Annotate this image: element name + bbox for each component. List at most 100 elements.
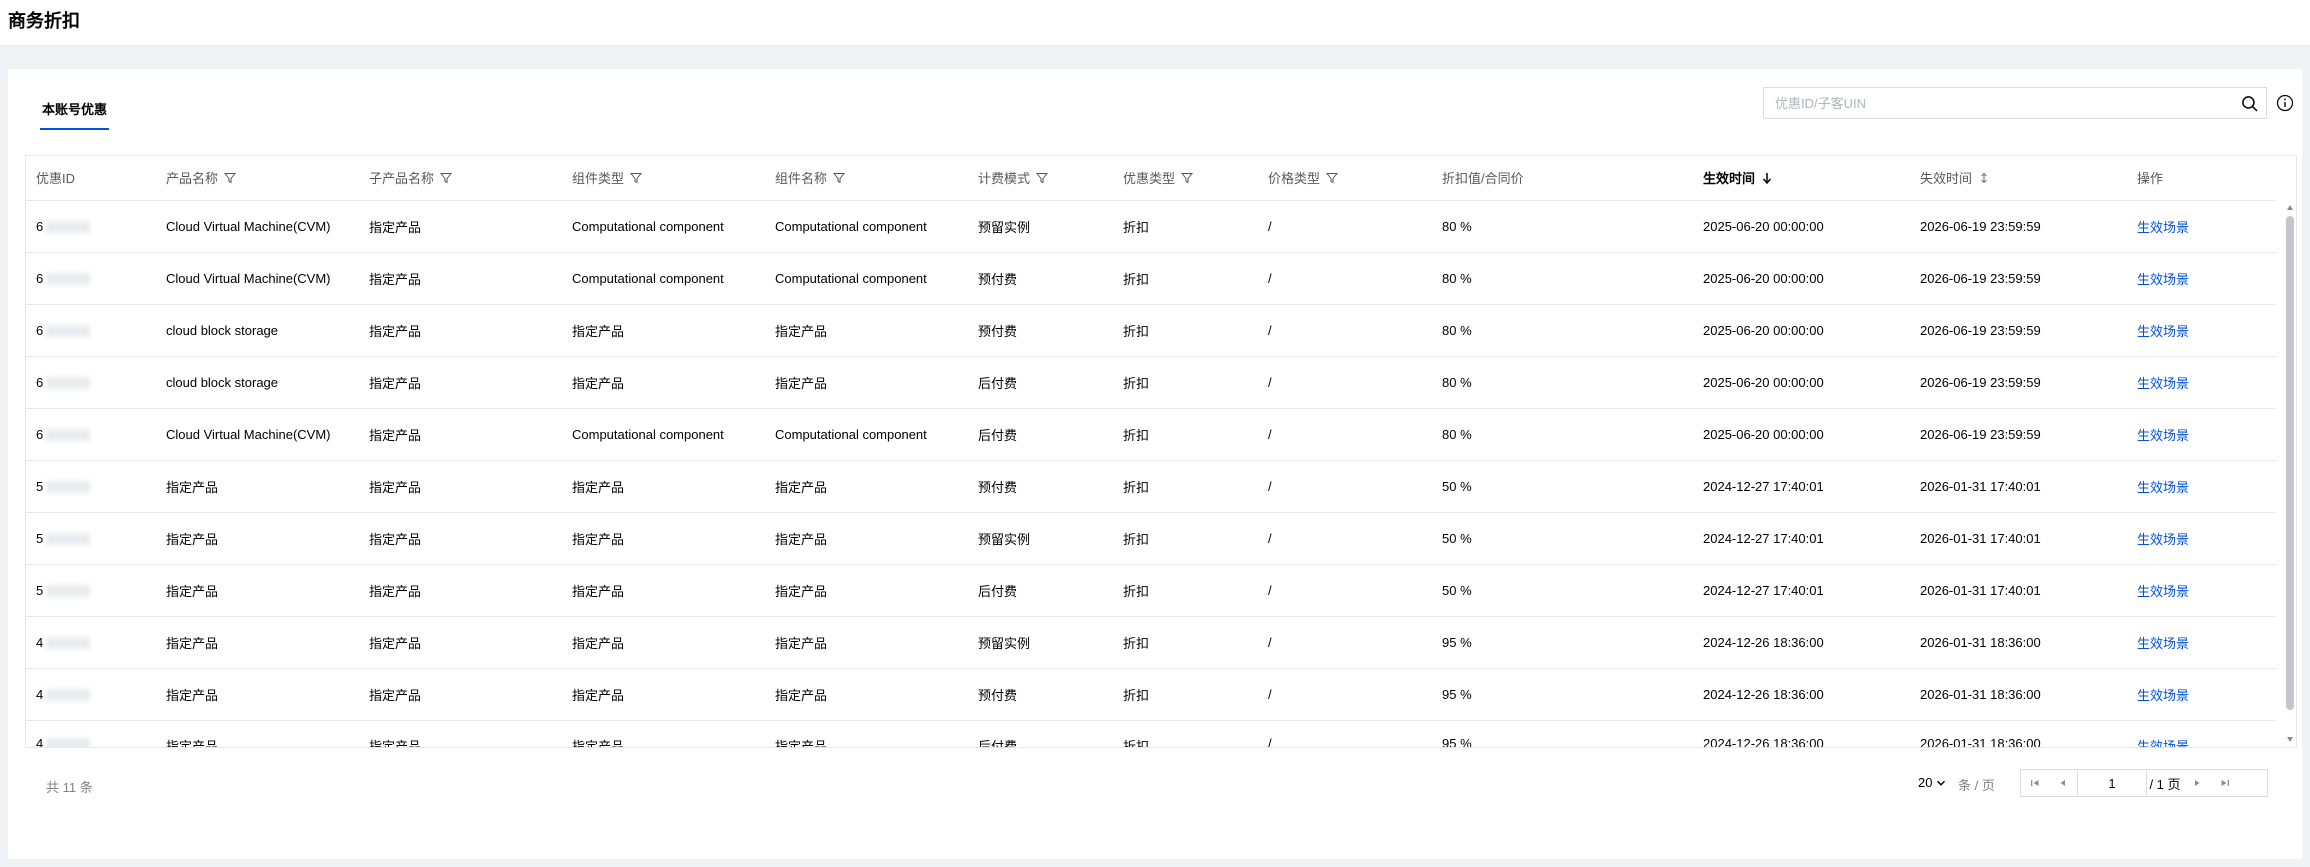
last-page-button[interactable] [2211, 770, 2239, 796]
cell-discount-value: 50 % [1432, 460, 1693, 513]
cell-end-time: 2026-01-31 17:40:01 [1910, 460, 2127, 513]
effective-scenario-link[interactable]: 生效场景 [2137, 324, 2189, 339]
effective-scenario-link[interactable]: 生效场景 [2137, 688, 2189, 703]
effective-scenario-link[interactable]: 生效场景 [2137, 480, 2189, 495]
filter-icon[interactable] [1036, 172, 1049, 184]
redacted-id-mask [46, 585, 91, 598]
cell-discount-value: 80 % [1432, 304, 1693, 357]
table-row: 5 指定产品 指定产品 指定产品 指定产品 预付费 折扣 / 50 % 2024… [26, 460, 2276, 513]
page-size-select[interactable]: 20 [1918, 775, 1946, 790]
table-scrollbar[interactable] [2284, 200, 2296, 747]
cell-billing-mode: 预付费 [968, 252, 1113, 305]
search-icon[interactable] [2241, 95, 2258, 112]
cell-component-name: 指定产品 [765, 668, 968, 721]
total-count: 共 11 条 [46, 780, 93, 795]
cell-start-time: 2025-06-20 00:00:00 [1693, 200, 1910, 253]
cell-discount-type: 折扣 [1113, 720, 1258, 747]
col-header-start-time[interactable]: 生效时间 [1693, 156, 1910, 201]
sort-icon[interactable] [1978, 172, 1990, 184]
cell-end-time: 2026-06-19 23:59:59 [1910, 200, 2127, 253]
filter-icon[interactable] [1326, 172, 1339, 184]
cell-product-name: 指定产品 [156, 720, 359, 747]
effective-scenario-link[interactable]: 生效场景 [2137, 272, 2189, 287]
tab-account-discount[interactable]: 本账号优惠 [39, 97, 110, 130]
cell-component-type: Computational component [562, 252, 765, 305]
table-row: 6 Cloud Virtual Machine(CVM) 指定产品 Comput… [26, 252, 2276, 305]
cell-action: 生效场景 [2127, 252, 2276, 305]
cell-component-type: 指定产品 [562, 304, 765, 357]
cell-price-type: / [1258, 564, 1432, 617]
cell-end-time: 2026-01-31 18:36:00 [1910, 668, 2127, 721]
info-icon[interactable] [2276, 94, 2294, 112]
col-header-end-time[interactable]: 失效时间 [1910, 156, 2127, 201]
cell-product-name: 指定产品 [156, 460, 359, 513]
tab-bar: 本账号优惠 [39, 97, 110, 131]
search-input[interactable] [1764, 88, 2224, 118]
cell-discount-id: 6 [26, 408, 156, 461]
cell-discount-id: 6 [26, 304, 156, 357]
table-row: 4 指定产品 指定产品 指定产品 指定产品 预留实例 折扣 / 95 % 202… [26, 616, 2276, 669]
cell-discount-value: 50 % [1432, 564, 1693, 617]
cell-start-time: 2025-06-20 00:00:00 [1693, 304, 1910, 357]
filter-icon[interactable] [224, 172, 237, 184]
total-pages: / 1 页 [2149, 776, 2181, 792]
redacted-id-mask [46, 429, 91, 442]
redacted-id-mask [46, 738, 91, 747]
table-row: 4 指定产品 指定产品 指定产品 指定产品 预付费 折扣 / 95 % 2024… [26, 668, 2276, 721]
scrollbar-thumb[interactable] [2286, 216, 2294, 710]
redacted-id-mask [46, 689, 91, 702]
first-page-icon [2031, 780, 2039, 786]
cell-component-name: 指定产品 [765, 356, 968, 409]
cell-product-name: Cloud Virtual Machine(CVM) [156, 252, 359, 305]
cell-price-type: / [1258, 720, 1432, 747]
search-box [1763, 87, 2267, 119]
cell-component-type: 指定产品 [562, 356, 765, 409]
filter-icon[interactable] [630, 172, 643, 184]
cell-price-type: / [1258, 512, 1432, 565]
effective-scenario-link[interactable]: 生效场景 [2137, 376, 2189, 391]
cell-discount-type: 折扣 [1113, 408, 1258, 461]
effective-scenario-link[interactable]: 生效场景 [2137, 428, 2189, 443]
page-size-value: 20 [1918, 775, 1933, 790]
filter-icon[interactable] [440, 172, 453, 184]
cell-price-type: / [1258, 460, 1432, 513]
effective-scenario-link[interactable]: 生效场景 [2137, 220, 2189, 235]
col-header-action: 操作 [2127, 156, 2276, 201]
cell-discount-value: 80 % [1432, 252, 1693, 305]
cell-sub-product-name: 指定产品 [359, 616, 562, 669]
cell-sub-product-name: 指定产品 [359, 564, 562, 617]
first-page-button[interactable] [2021, 770, 2049, 796]
cell-product-name: 指定产品 [156, 512, 359, 565]
arrow-down-icon[interactable] [1761, 172, 1773, 184]
cell-component-type: 指定产品 [562, 668, 765, 721]
scroll-down-arrow-icon[interactable] [2287, 737, 2293, 742]
cell-component-type: 指定产品 [562, 512, 765, 565]
redacted-id-mask [46, 377, 91, 390]
effective-scenario-link[interactable]: 生效场景 [2137, 636, 2189, 651]
prev-page-button[interactable] [2049, 770, 2077, 796]
cell-discount-id: 6 [26, 200, 156, 253]
page-number-input[interactable] [2077, 770, 2147, 796]
cell-component-type: Computational component [562, 200, 765, 253]
filter-icon[interactable] [833, 172, 846, 184]
cell-price-type: / [1258, 408, 1432, 461]
effective-scenario-link[interactable]: 生效场景 [2137, 739, 2189, 748]
cell-component-type: 指定产品 [562, 720, 765, 747]
cell-billing-mode: 预付费 [968, 460, 1113, 513]
table-header-row: 优惠ID 产品名称 子产品名称 组件类型 组件名称 计费模式 优惠类型 价格类型… [26, 156, 2276, 201]
redacted-id-mask [46, 221, 91, 234]
table-row: 5 指定产品 指定产品 指定产品 指定产品 后付费 折扣 / 50 % 2024… [26, 564, 2276, 617]
col-header-discount-id: 优惠ID [26, 156, 156, 201]
cell-billing-mode: 预付费 [968, 668, 1113, 721]
cell-start-time: 2024-12-26 18:36:00 [1693, 668, 1910, 721]
cell-action: 生效场景 [2127, 408, 2276, 461]
redacted-id-mask [46, 481, 91, 494]
effective-scenario-link[interactable]: 生效场景 [2137, 584, 2189, 599]
cell-component-type: 指定产品 [562, 564, 765, 617]
cell-discount-id: 5 [26, 460, 156, 513]
filter-icon[interactable] [1181, 172, 1194, 184]
scroll-up-arrow-icon[interactable] [2287, 205, 2293, 210]
effective-scenario-link[interactable]: 生效场景 [2137, 532, 2189, 547]
next-page-button[interactable] [2183, 770, 2211, 796]
cell-action: 生效场景 [2127, 356, 2276, 409]
